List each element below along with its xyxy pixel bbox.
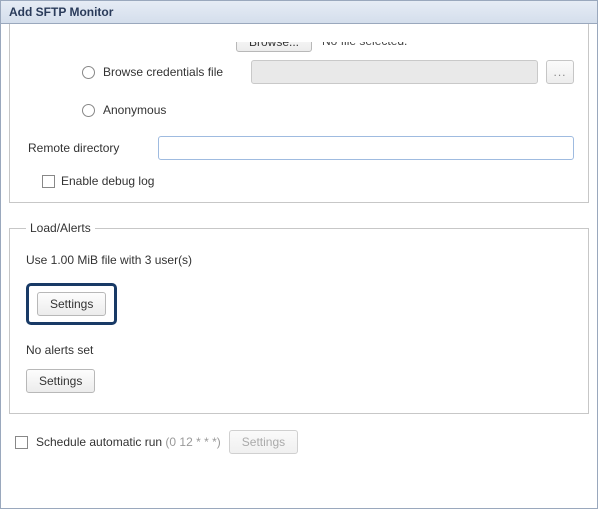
browse-credentials-row: Browse credentials file ... xyxy=(82,60,574,84)
content-area: Browse... No file selected. Browse crede… xyxy=(1,24,597,454)
schedule-cron-text: (0 12 * * *) xyxy=(165,435,220,449)
anonymous-row: Anonymous xyxy=(82,98,574,122)
no-file-selected-text: No file selected. xyxy=(322,34,407,48)
radio-anonymous[interactable] xyxy=(82,104,95,117)
remote-directory-label: Remote directory xyxy=(28,141,148,155)
alerts-settings-button[interactable]: Settings xyxy=(26,369,95,393)
anonymous-label: Anonymous xyxy=(103,103,166,117)
load-settings-highlight: Settings xyxy=(26,283,117,325)
dialog-window: Add SFTP Monitor Browse... No file selec… xyxy=(0,0,598,509)
enable-debug-checkbox[interactable] xyxy=(42,175,55,188)
schedule-label: Schedule automatic run (0 12 * * *) xyxy=(36,435,221,449)
browse-credentials-label: Browse credentials file xyxy=(103,65,243,79)
load-settings-button[interactable]: Settings xyxy=(37,292,106,316)
load-alerts-legend: Load/Alerts xyxy=(26,221,95,235)
remote-directory-input[interactable] xyxy=(158,136,574,160)
partial-top-row: Browse... No file selected. xyxy=(76,30,574,52)
schedule-label-text: Schedule automatic run xyxy=(36,435,165,449)
schedule-row: Schedule automatic run (0 12 * * *) Sett… xyxy=(15,430,589,454)
browse-credentials-button[interactable]: ... xyxy=(546,60,574,84)
auth-fieldset: Browse... No file selected. Browse crede… xyxy=(9,24,589,203)
load-alerts-fieldset: Load/Alerts Use 1.00 MiB file with 3 use… xyxy=(9,221,589,414)
credentials-file-input[interactable] xyxy=(251,60,538,84)
enable-debug-label: Enable debug log xyxy=(61,174,154,188)
browse-key-button[interactable]: Browse... xyxy=(236,30,312,52)
window-title: Add SFTP Monitor xyxy=(1,1,597,24)
no-alerts-text: No alerts set xyxy=(26,343,572,357)
radio-browse-credentials[interactable] xyxy=(82,66,95,79)
enable-debug-row: Enable debug log xyxy=(42,174,574,188)
schedule-checkbox[interactable] xyxy=(15,436,28,449)
use-file-text: Use 1.00 MiB file with 3 user(s) xyxy=(26,253,572,267)
remote-directory-row: Remote directory xyxy=(28,136,574,160)
schedule-settings-button[interactable]: Settings xyxy=(229,430,298,454)
